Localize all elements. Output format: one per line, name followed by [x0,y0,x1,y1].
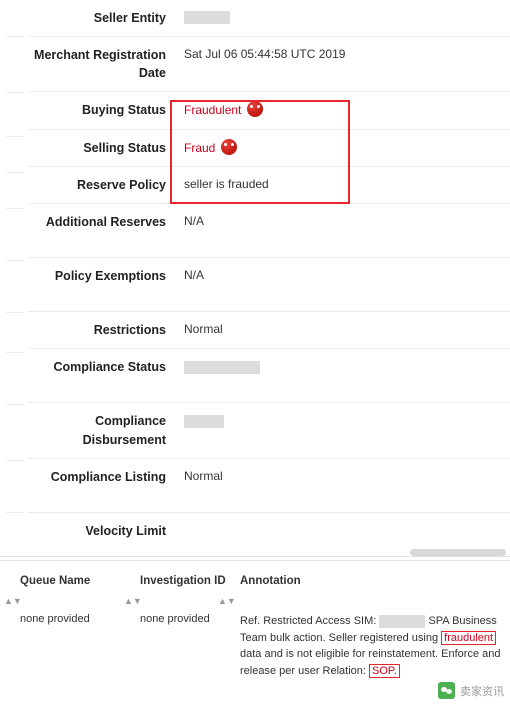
table-row: Compliance Listing Normal [28,459,510,513]
row-value: Normal [184,468,223,483]
column-header-investigation-id[interactable]: Investigation ID ▲▼ [124,575,240,606]
row-value [176,513,510,531]
redacted-value [184,360,260,374]
row-label: Compliance Status [53,360,166,375]
horizontal-scrollbar[interactable] [410,549,506,556]
row-label: Selling Status [83,140,166,155]
row-label: Seller Entity [93,11,166,25]
table-row: Compliance Status [28,349,510,404]
row-label: Restrictions [93,323,166,338]
cell-queue-name: none provided [20,613,90,625]
row-value: seller is frauded [184,177,269,192]
row-label: Compliance Listing [50,469,166,484]
column-header-annotation[interactable]: Annotation ▲▼ [218,575,510,606]
table-row: Buying Status Fraudulent [28,92,510,130]
left-gutter [0,0,28,556]
cell-investigation-id: none provided [140,613,210,625]
row-value: N/A [184,268,205,283]
annotation-table: Queue Name ▲▼ Investigation ID ▲▼ Annota… [0,560,510,679]
row-value: Normal [184,322,223,337]
redacted-value [184,414,224,428]
selling-status-text: Fraud [184,140,216,155]
row-value: Fraud [176,130,510,166]
row-value: Sat Jul 06 05:44:58 UTC 2019 [184,47,346,62]
row-label: Buying Status [81,103,166,118]
watermark-text: 卖家资讯 [460,685,504,698]
annotation-text-1: Ref. Restricted Access SIM: [240,615,380,627]
buying-status-text: Fraudulent [184,103,242,118]
watermark: 卖家资讯 [438,682,504,699]
row-label: Velocity Limit [85,523,166,538]
annotation-highlight-sop: SOP. [369,663,400,678]
table-row: Reserve Policy seller is frauded [28,167,510,205]
angry-face-emoji [221,138,238,155]
annotation-highlight-fraudulent: fraudulent [441,630,497,645]
cell-annotation: Ref. Restricted Access SIM: SPA Business… [240,613,510,679]
table-row: Additional Reserves N/A [28,204,510,259]
table-row: Seller Entity [28,0,510,38]
angry-face-emoji [247,101,264,118]
row-label: Policy Exemptions [54,269,166,284]
row-label: Reserve Policy [77,178,166,193]
seller-detail-table: Seller Entity Merchant Registration Date… [28,0,510,567]
row-label: Compliance Disbursement [82,414,166,447]
sort-icon[interactable]: ▲▼ [218,597,236,606]
row-value [176,0,510,35]
seller-detail-screen: Seller Entity Merchant Registration Date… [0,0,510,707]
redacted-value [379,614,426,628]
row-value [176,349,510,384]
table-row: Selling Status Fraud [28,130,510,168]
row-value: N/A [184,214,205,229]
table-row: Merchant Registration Date Sat Jul 06 05… [28,37,510,93]
table-row: none provided none provided Ref. Restric… [0,591,510,679]
table-row: Compliance Disbursement [28,403,510,459]
row-label: Additional Reserves [45,215,166,230]
redacted-value [184,11,230,25]
sort-icon[interactable]: ▲▼ [4,597,22,606]
annotation-table-header: Queue Name ▲▼ Investigation ID ▲▼ Annota… [0,561,510,606]
table-row: Policy Exemptions N/A [28,258,510,313]
row-label: Merchant Registration Date [34,48,166,81]
table-row: Velocity Limit [28,513,510,567]
row-value [176,403,510,438]
sort-icon[interactable]: ▲▼ [124,597,142,606]
table-row: Restrictions Normal [28,312,510,350]
row-value: Fraudulent [176,92,510,128]
column-header-queue-name[interactable]: Queue Name ▲▼ [0,575,140,606]
green-app-logo-icon [438,682,455,699]
